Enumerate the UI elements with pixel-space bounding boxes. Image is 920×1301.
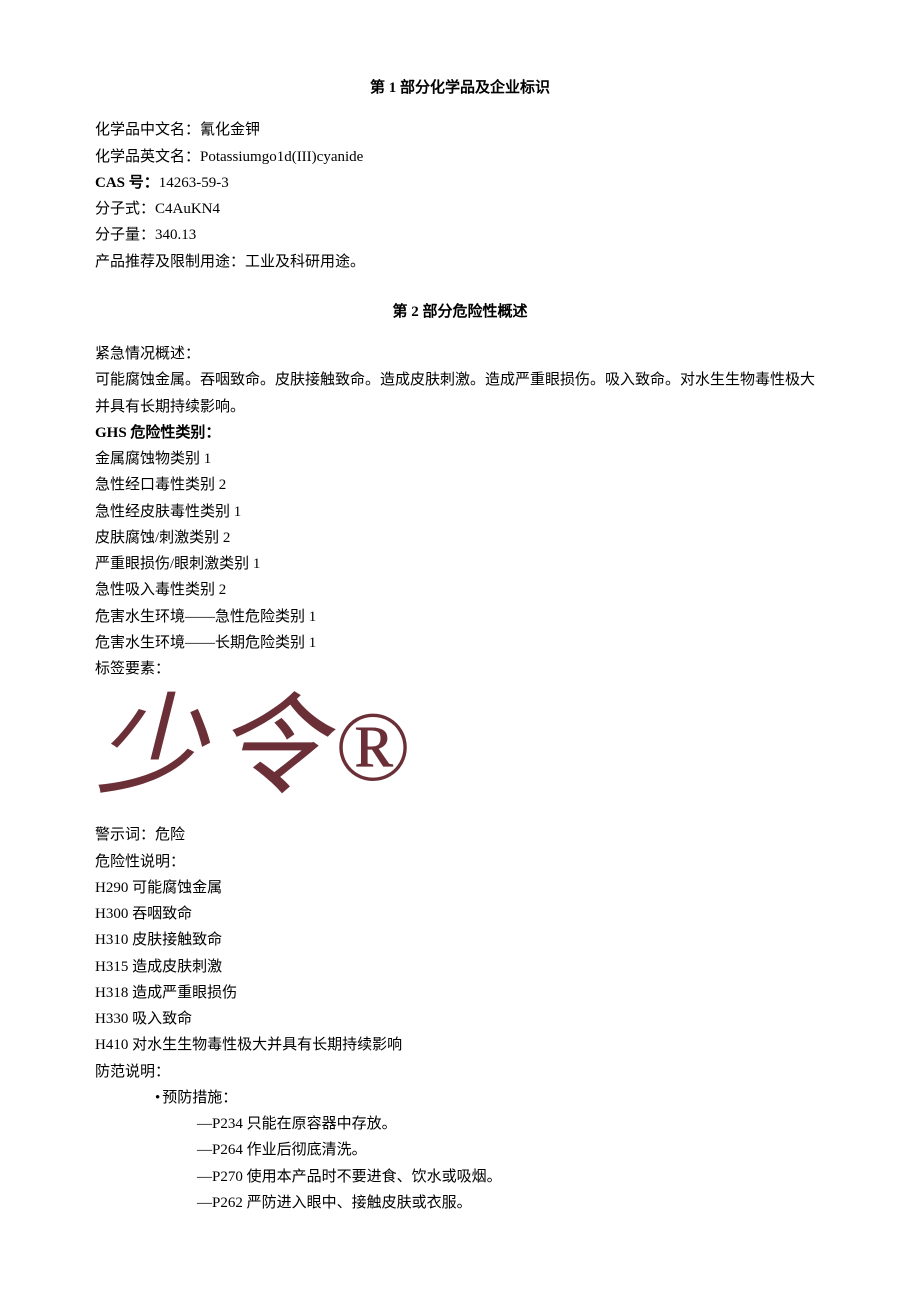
formula-row: 分子式：C4AuKN4 xyxy=(95,196,825,222)
cas-row: CAS 号：14263-59-3 xyxy=(95,170,825,196)
hazard-label: 危险性说明： xyxy=(95,849,825,875)
section1-body: 化学品中文名：氰化金钾 化学品英文名：Potassiumgo1d(III)cya… xyxy=(95,117,825,275)
prevention-item-text: P270 使用本产品时不要进食、饮水或吸烟。 xyxy=(212,1169,502,1185)
signal-word-value: 危险 xyxy=(155,827,185,843)
watermark-logo: 少 令 ® xyxy=(95,692,825,802)
hazard-item: H318 造成严重眼损伤 xyxy=(95,980,825,1006)
cas-label: CAS 号： xyxy=(95,175,159,191)
signal-word-label: 警示词： xyxy=(95,827,155,843)
name-cn-value: 氰化金钾 xyxy=(200,122,260,138)
mw-value: 340.13 xyxy=(155,227,196,243)
section1-title-suffix: 部分化学品及企业标识 xyxy=(396,80,550,96)
cas-value: 14263-59-3 xyxy=(159,175,229,191)
emergency-label: 紧急情况概述： xyxy=(95,341,825,367)
hazard-item: H300 吞咽致命 xyxy=(95,901,825,927)
prevention-item-text: P234 只能在原容器中存放。 xyxy=(212,1116,397,1132)
section1-title: 第 1 部分化学品及企业标识 xyxy=(95,75,825,101)
hazard-item: H315 造成皮肤刺激 xyxy=(95,954,825,980)
ghs-item: 金属腐蚀物类别 1 xyxy=(95,446,825,472)
hazard-item: H310 皮肤接触致命 xyxy=(95,927,825,953)
watermark-char-1: 少 xyxy=(95,692,205,802)
section2-title-suffix: 部分危险性概述 xyxy=(419,304,528,320)
ghs-item: 危害水生环境——长期危险类别 1 xyxy=(95,630,825,656)
registered-icon: ® xyxy=(335,697,411,797)
signal-word-row: 警示词：危险 xyxy=(95,822,825,848)
mw-row: 分子量：340.13 xyxy=(95,222,825,248)
ghs-item: 严重眼损伤/眼刺激类别 1 xyxy=(95,551,825,577)
prevention-item: P262 严防进入眼中、接触皮肤或衣服。 xyxy=(95,1190,825,1216)
prevention-item-text: P262 严防进入眼中、接触皮肤或衣服。 xyxy=(212,1195,472,1211)
prevention-item: P270 使用本产品时不要进食、饮水或吸烟。 xyxy=(95,1164,825,1190)
use-row: 产品推荐及限制用途：工业及科研用途。 xyxy=(95,249,825,275)
ghs-item: 急性吸入毒性类别 2 xyxy=(95,577,825,603)
name-cn-label: 化学品中文名： xyxy=(95,122,200,138)
emergency-text: 可能腐蚀金属。吞咽致命。皮肤接触致命。造成皮肤刺激。造成严重眼损伤。吸入致命。对… xyxy=(95,367,825,420)
prevention-item: P264 作业后彻底清洗。 xyxy=(95,1137,825,1163)
mw-label: 分子量： xyxy=(95,227,155,243)
ghs-label: GHS 危险性类别： xyxy=(95,420,825,446)
use-value: 工业及科研用途。 xyxy=(245,254,365,270)
hazard-item: H410 对水生生物毒性极大并具有长期持续影响 xyxy=(95,1032,825,1058)
use-label: 产品推荐及限制用途： xyxy=(95,254,245,270)
section1-title-prefix: 第 xyxy=(370,80,389,96)
precaution-label: 防范说明： xyxy=(95,1059,825,1085)
formula-label: 分子式： xyxy=(95,201,155,217)
prevention-heading: 预防措施： xyxy=(95,1085,825,1111)
prevention-heading-text: 预防措施： xyxy=(162,1090,237,1106)
watermark-char-2: 令 xyxy=(215,692,325,802)
formula-value: C4AuKN4 xyxy=(155,201,220,217)
hazard-item: H290 可能腐蚀金属 xyxy=(95,875,825,901)
prevention-item: P234 只能在原容器中存放。 xyxy=(95,1111,825,1137)
section2-title-prefix: 第 xyxy=(392,304,411,320)
hazard-item: H330 吸入致命 xyxy=(95,1006,825,1032)
ghs-item: 急性经皮肤毒性类别 1 xyxy=(95,499,825,525)
ghs-item: 危害水生环境——急性危险类别 1 xyxy=(95,604,825,630)
ghs-item: 急性经口毒性类别 2 xyxy=(95,472,825,498)
section2-title: 第 2 部分危险性概述 xyxy=(95,299,825,325)
section2-title-num: 2 xyxy=(411,304,419,320)
prevention-item-text: P264 作业后彻底清洗。 xyxy=(212,1142,367,1158)
ghs-item: 皮肤腐蚀/刺激类别 2 xyxy=(95,525,825,551)
name-cn-row: 化学品中文名：氰化金钾 xyxy=(95,117,825,143)
name-en-label: 化学品英文名： xyxy=(95,149,200,165)
name-en-row: 化学品英文名：Potassiumgo1d(III)cyanide xyxy=(95,144,825,170)
name-en-value: Potassiumgo1d(III)cyanide xyxy=(200,149,363,165)
section2-body: 紧急情况概述： 可能腐蚀金属。吞咽致命。皮肤接触致命。造成皮肤刺激。造成严重眼损… xyxy=(95,341,825,1216)
label-elements: 标签要素： xyxy=(95,656,825,682)
